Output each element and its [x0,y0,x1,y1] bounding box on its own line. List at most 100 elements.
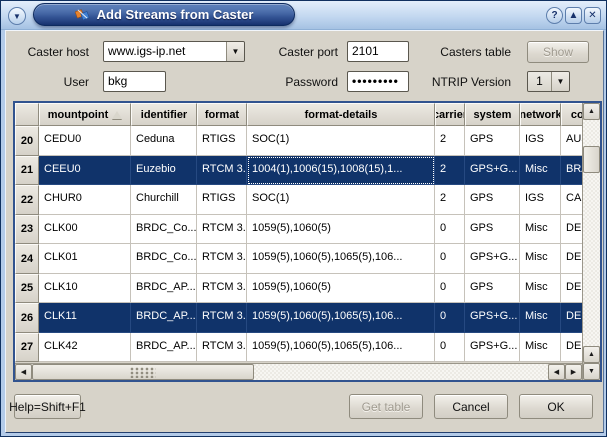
table-cell-details[interactable]: SOC(1) [247,185,435,215]
table-cell-format[interactable]: RTCM 3.0 [197,303,247,333]
table-cell-network[interactable]: Misc [520,303,561,333]
table-cell-system[interactable]: GPS+G... [465,156,520,186]
table-cell-identifier[interactable]: BRDC_Co... [131,244,197,274]
help-button[interactable]: ? [546,7,563,24]
row-number-cell[interactable]: 20 [15,126,39,156]
table-cell-network[interactable]: Misc [520,215,561,245]
horizontal-scrollbar[interactable]: ◀ ◀ ▶ [15,363,582,380]
table-cell-mountpoint[interactable]: CLK11 [39,303,131,333]
table-cell-country[interactable]: DEU [561,303,582,333]
table-cell-identifier[interactable]: Ceduna [131,126,197,156]
table-cell-format[interactable]: RTIGS [197,185,247,215]
table-cell-network[interactable]: Misc [520,333,561,363]
column-header-format[interactable]: format [197,103,247,126]
caster-host-combobox[interactable]: www.igs-ip.net ▼ [103,41,245,62]
table-cell-network[interactable]: IGS [520,185,561,215]
column-header-country[interactable]: country [561,103,582,126]
maximize-button[interactable]: ▲ [565,7,582,24]
table-cell-country[interactable]: CAN [561,185,582,215]
table-row[interactable]: 21CEEU0EuzebioRTCM 3.01004(1),1006(15),1… [15,156,582,186]
table-cell-details[interactable]: 1004(1),1006(15),1008(15),1... [247,156,435,186]
table-cell-system[interactable]: GPS+G... [465,244,520,274]
row-number-cell[interactable]: 24 [15,244,39,274]
table-row[interactable]: 26CLK11BRDC_AP...RTCM 3.01059(5),1060(5)… [15,303,582,333]
column-header-format-details[interactable]: format-details [247,103,435,126]
row-number-cell[interactable]: 22 [15,185,39,215]
table-cell-identifier[interactable]: Churchill [131,185,197,215]
table-row[interactable]: 20CEDU0CedunaRTIGSSOC(1)2GPSIGSAUS [15,126,582,156]
table-cell-country[interactable]: DEU [561,274,582,304]
table-cell-format[interactable]: RTCM 3.0 [197,215,247,245]
table-cell-country[interactable]: AUS [561,126,582,156]
column-header-system[interactable]: system [465,103,520,126]
ntrip-version-combobox[interactable]: 1 ▼ [527,71,570,92]
table-cell-country[interactable]: DEU [561,215,582,245]
table-cell-mountpoint[interactable]: CLK00 [39,215,131,245]
get-table-button[interactable]: Get table [349,394,423,419]
table-row[interactable]: 22CHUR0ChurchillRTIGSSOC(1)2GPSIGSCAN [15,185,582,215]
table-cell-mountpoint[interactable]: CEEU0 [39,156,131,186]
table-cell-network[interactable]: Misc [520,156,561,186]
row-number-cell[interactable]: 26 [15,303,39,333]
table-cell-mountpoint[interactable]: CEDU0 [39,126,131,156]
table-cell-system[interactable]: GPS [465,126,520,156]
scroll-up-icon[interactable]: ▲ [583,346,600,363]
table-cell-carrier[interactable]: 0 [435,303,465,333]
table-cell-details[interactable]: SOC(1) [247,126,435,156]
ok-button[interactable]: OK [519,394,593,419]
vertical-scroll-thumb[interactable] [583,146,600,173]
table-cell-mountpoint[interactable]: CLK42 [39,333,131,363]
table-cell-carrier[interactable]: 2 [435,185,465,215]
user-field[interactable]: bkg [103,71,166,92]
vertical-scrollbar[interactable]: ▲ ▲ ▼ [582,103,600,380]
column-header-mountpoint[interactable]: mountpoint [39,103,131,126]
table-cell-identifier[interactable]: Euzebio [131,156,197,186]
table-cell-system[interactable]: GPS+G... [465,303,520,333]
cancel-button[interactable]: Cancel [434,394,508,419]
table-cell-country[interactable]: DEU [561,333,582,363]
table-cell-format[interactable]: RTCM 3.0 [197,333,247,363]
table-cell-carrier[interactable]: 2 [435,126,465,156]
row-number-cell[interactable]: 25 [15,274,39,304]
help-shortcut-button[interactable]: Help=Shift+F1 [14,394,81,419]
table-cell-mountpoint[interactable]: CHUR0 [39,185,131,215]
table-cell-carrier[interactable]: 0 [435,333,465,363]
table-cell-identifier[interactable]: BRDC_AP... [131,303,197,333]
horizontal-scroll-track[interactable] [32,364,548,380]
table-cell-identifier[interactable]: BRDC_AP... [131,274,197,304]
table-cell-network[interactable]: IGS [520,126,561,156]
scroll-left-icon[interactable]: ◀ [15,364,32,380]
column-header-row-number[interactable] [15,103,39,126]
table-cell-carrier[interactable]: 2 [435,156,465,186]
table-cell-carrier[interactable]: 0 [435,215,465,245]
table-cell-carrier[interactable]: 0 [435,274,465,304]
scroll-up-icon[interactable]: ▲ [583,103,600,120]
table-cell-mountpoint[interactable]: CLK10 [39,274,131,304]
scroll-right-icon[interactable]: ▶ [565,364,582,380]
table-cell-country[interactable]: BRA [561,156,582,186]
table-cell-identifier[interactable]: BRDC_AP... [131,333,197,363]
table-cell-network[interactable]: Misc [520,274,561,304]
table-cell-network[interactable]: Misc [520,244,561,274]
table-cell-format[interactable]: RTCM 3.0 [197,274,247,304]
close-button[interactable]: ✕ [584,7,601,24]
show-button[interactable]: Show [527,41,589,63]
table-row[interactable]: 25CLK10BRDC_AP...RTCM 3.01059(5),1060(5)… [15,274,582,304]
table-cell-details[interactable]: 1059(5),1060(5) [247,274,435,304]
table-row[interactable]: 27CLK42BRDC_AP...RTCM 3.01059(5),1060(5)… [15,333,582,363]
table-row[interactable]: 23CLK00BRDC_Co...RTCM 3.01059(5),1060(5)… [15,215,582,245]
table-cell-format[interactable]: RTCM 3.0 [197,156,247,186]
table-cell-details[interactable]: 1059(5),1060(5) [247,215,435,245]
table-cell-country[interactable]: DEU [561,244,582,274]
horizontal-scroll-thumb[interactable] [32,364,254,380]
table-cell-system[interactable]: GPS [465,215,520,245]
row-number-cell[interactable]: 27 [15,333,39,363]
table-cell-system[interactable]: GPS+G... [465,333,520,363]
table-cell-system[interactable]: GPS [465,185,520,215]
table-cell-format[interactable]: RTCM 3.0 [197,244,247,274]
table-cell-system[interactable]: GPS [465,274,520,304]
table-cell-mountpoint[interactable]: CLK01 [39,244,131,274]
column-header-network[interactable]: network [520,103,561,126]
column-header-identifier[interactable]: identifier [131,103,197,126]
table-cell-carrier[interactable]: 0 [435,244,465,274]
